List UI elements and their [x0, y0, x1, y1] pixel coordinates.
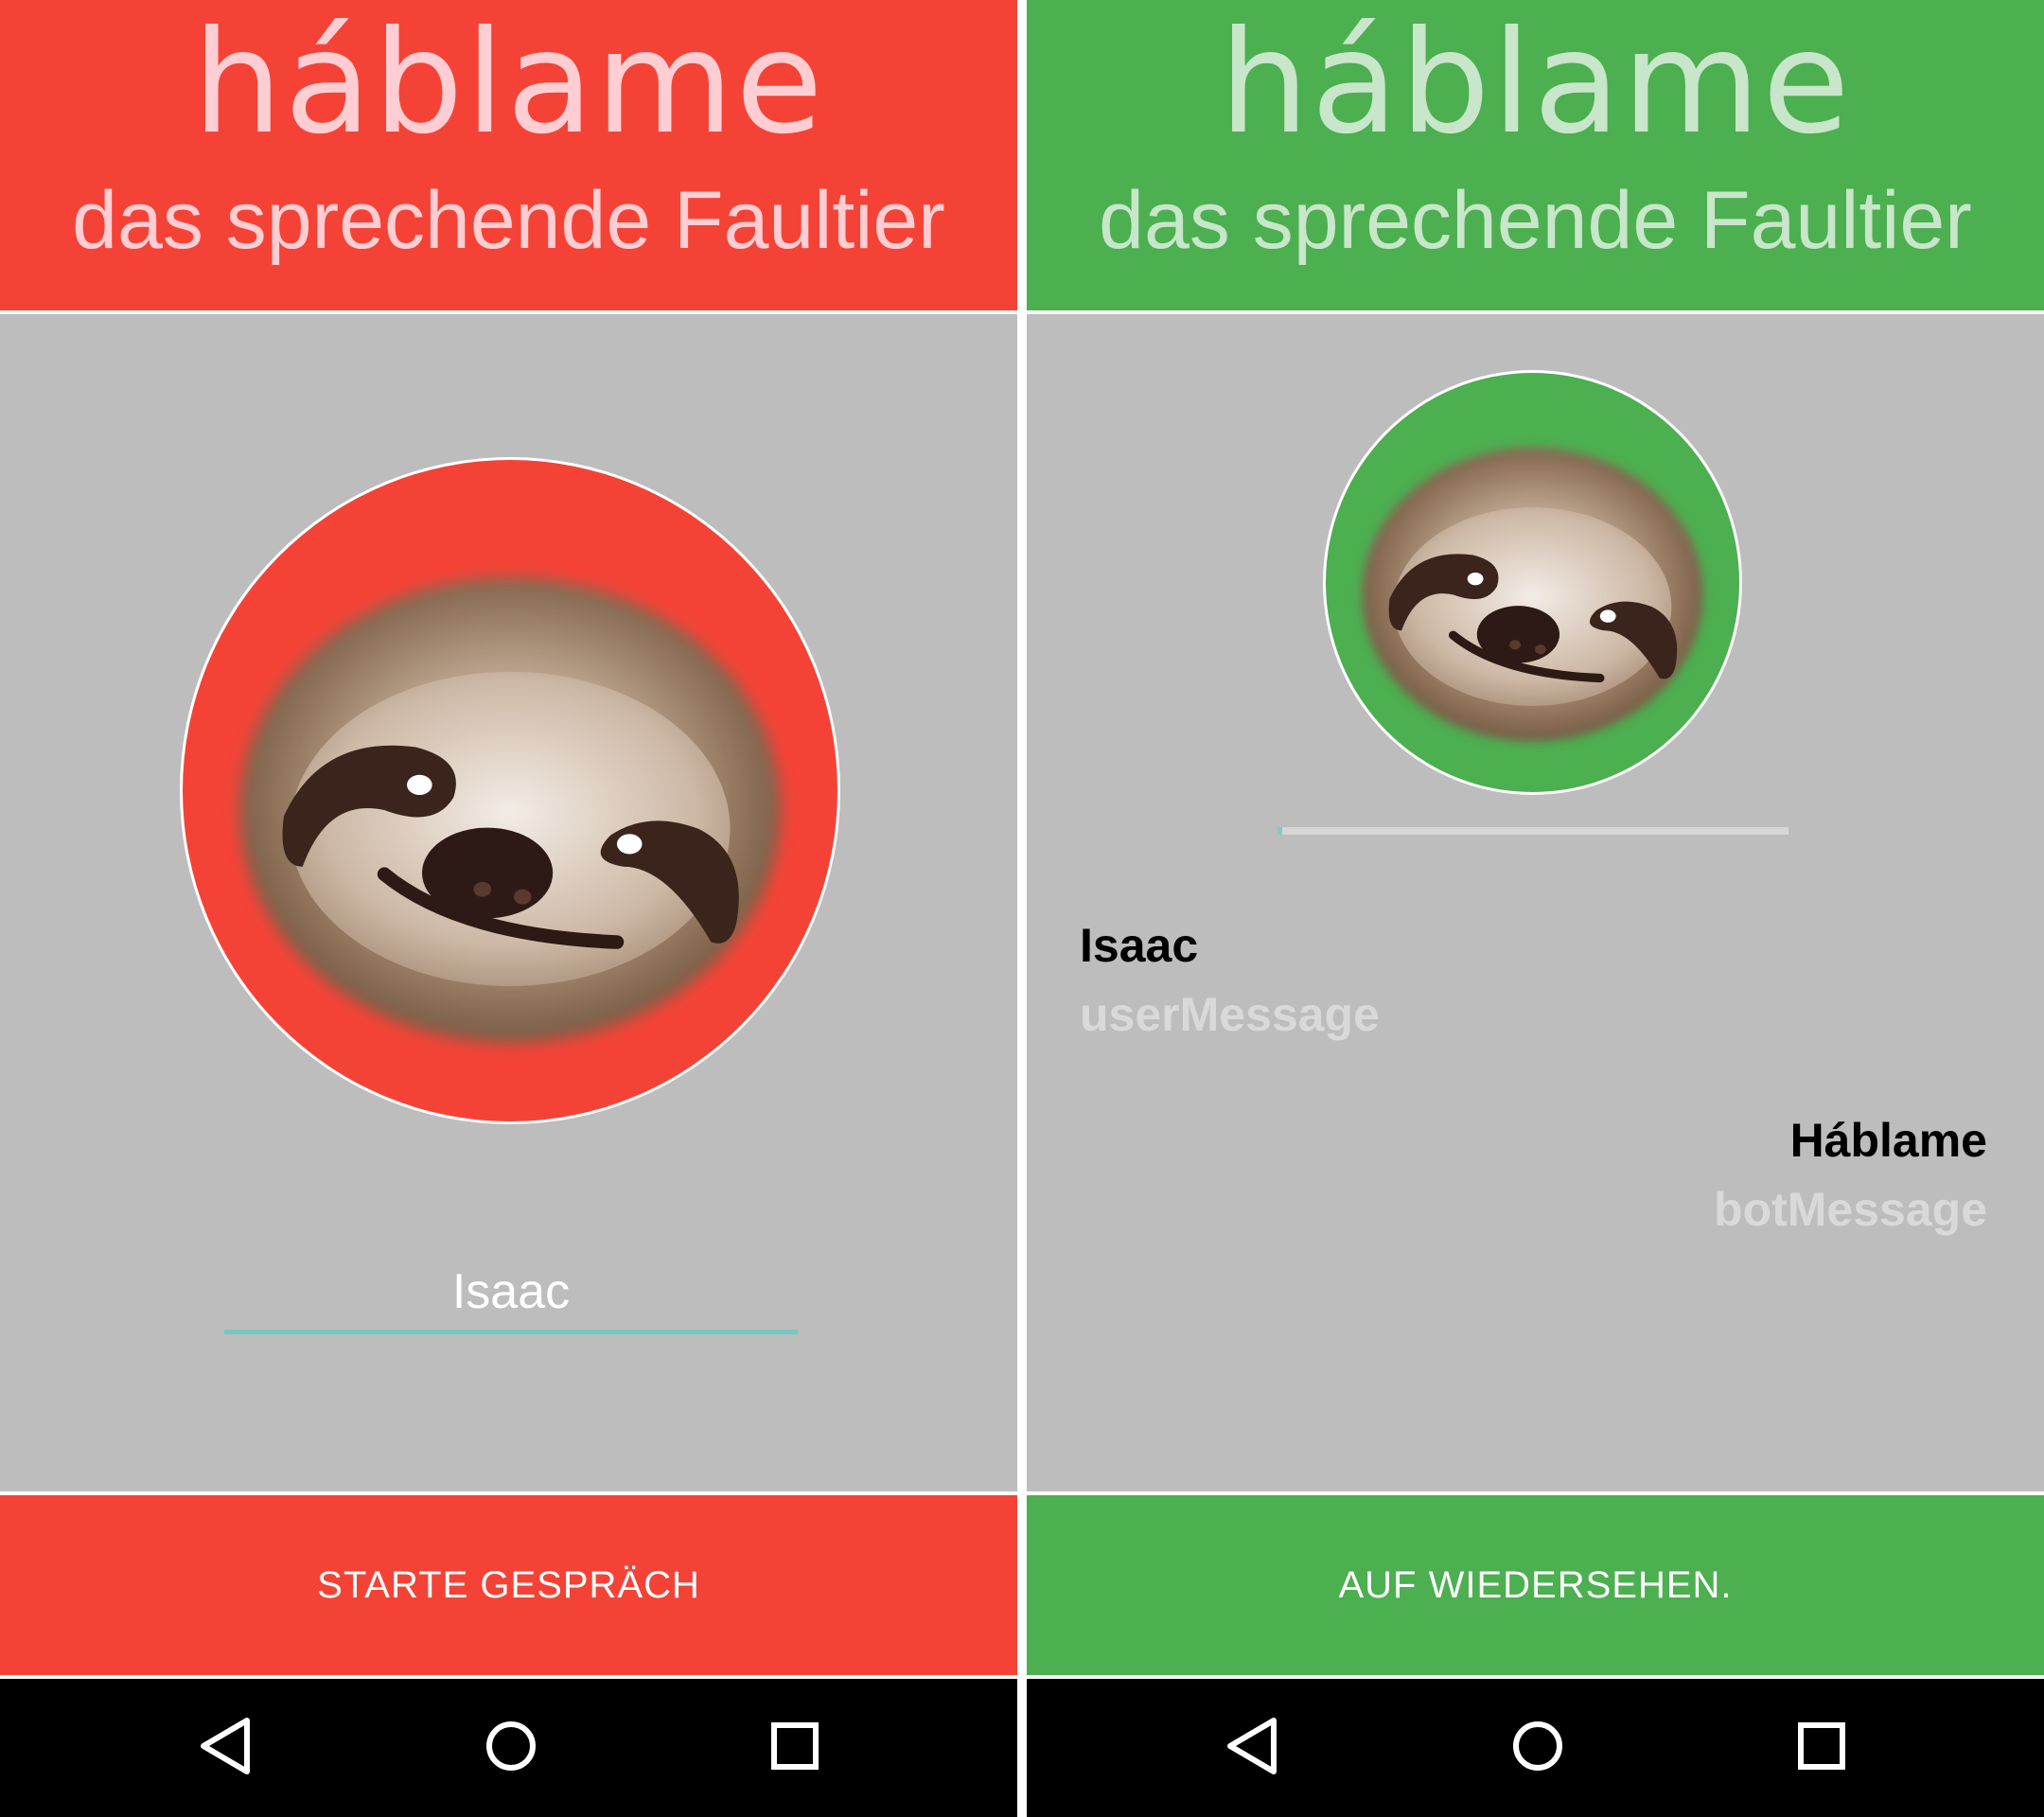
app-header: háblame das sprechende Faultier	[1027, 0, 2044, 310]
progress-fill	[1278, 827, 1283, 835]
home-icon	[486, 1721, 536, 1771]
goodbye-button[interactable]: AUF WIEDERSEHEN.	[1027, 1495, 2044, 1675]
recents-icon	[771, 1722, 819, 1770]
back-button[interactable]	[185, 1703, 270, 1789]
start-conversation-button[interactable]: STARTE GESPRÄCH	[0, 1495, 1017, 1675]
screen-start: háblame das sprechende Faultier Isaac ST…	[0, 0, 1017, 1817]
sloth-face-icon	[1326, 373, 1739, 792]
name-input-value: Isaac	[451, 1264, 571, 1319]
user-name: Isaac	[1080, 919, 1199, 972]
sloth-avatar	[1323, 370, 1742, 795]
app-header: háblame das sprechende Faultier	[0, 0, 1017, 310]
home-button[interactable]	[468, 1703, 554, 1789]
progress-bar	[1278, 827, 1788, 835]
recents-button[interactable]	[752, 1703, 837, 1789]
start-conversation-label: STARTE GESPRÄCH	[317, 1563, 700, 1606]
app-subtitle: das sprechende Faultier	[72, 175, 945, 266]
recents-icon	[1798, 1722, 1845, 1770]
back-icon	[1227, 1718, 1277, 1774]
app-title: háblame	[1219, 1, 1852, 166]
app-title: háblame	[192, 1, 825, 166]
sloth-avatar	[180, 457, 840, 1124]
back-icon	[201, 1718, 250, 1774]
sloth-face-icon	[183, 460, 837, 1121]
navigation-bar	[0, 1679, 1017, 1817]
navigation-bar	[1027, 1679, 2044, 1817]
bot-message: botMessage	[1714, 1183, 1987, 1236]
goodbye-label: AUF WIEDERSEHEN.	[1338, 1563, 1733, 1606]
home-icon	[1513, 1721, 1562, 1771]
bot-name: Háblame	[1789, 1114, 1987, 1167]
app-subtitle: das sprechende Faultier	[1099, 175, 1972, 266]
user-message: userMessage	[1080, 988, 1380, 1041]
screen-chat: háblame das sprechende Faultier Isaac us…	[1027, 0, 2044, 1817]
back-button[interactable]	[1211, 1703, 1296, 1789]
home-button[interactable]	[1495, 1703, 1580, 1789]
name-input[interactable]: Isaac	[224, 1249, 798, 1334]
recents-button[interactable]	[1779, 1703, 1864, 1789]
